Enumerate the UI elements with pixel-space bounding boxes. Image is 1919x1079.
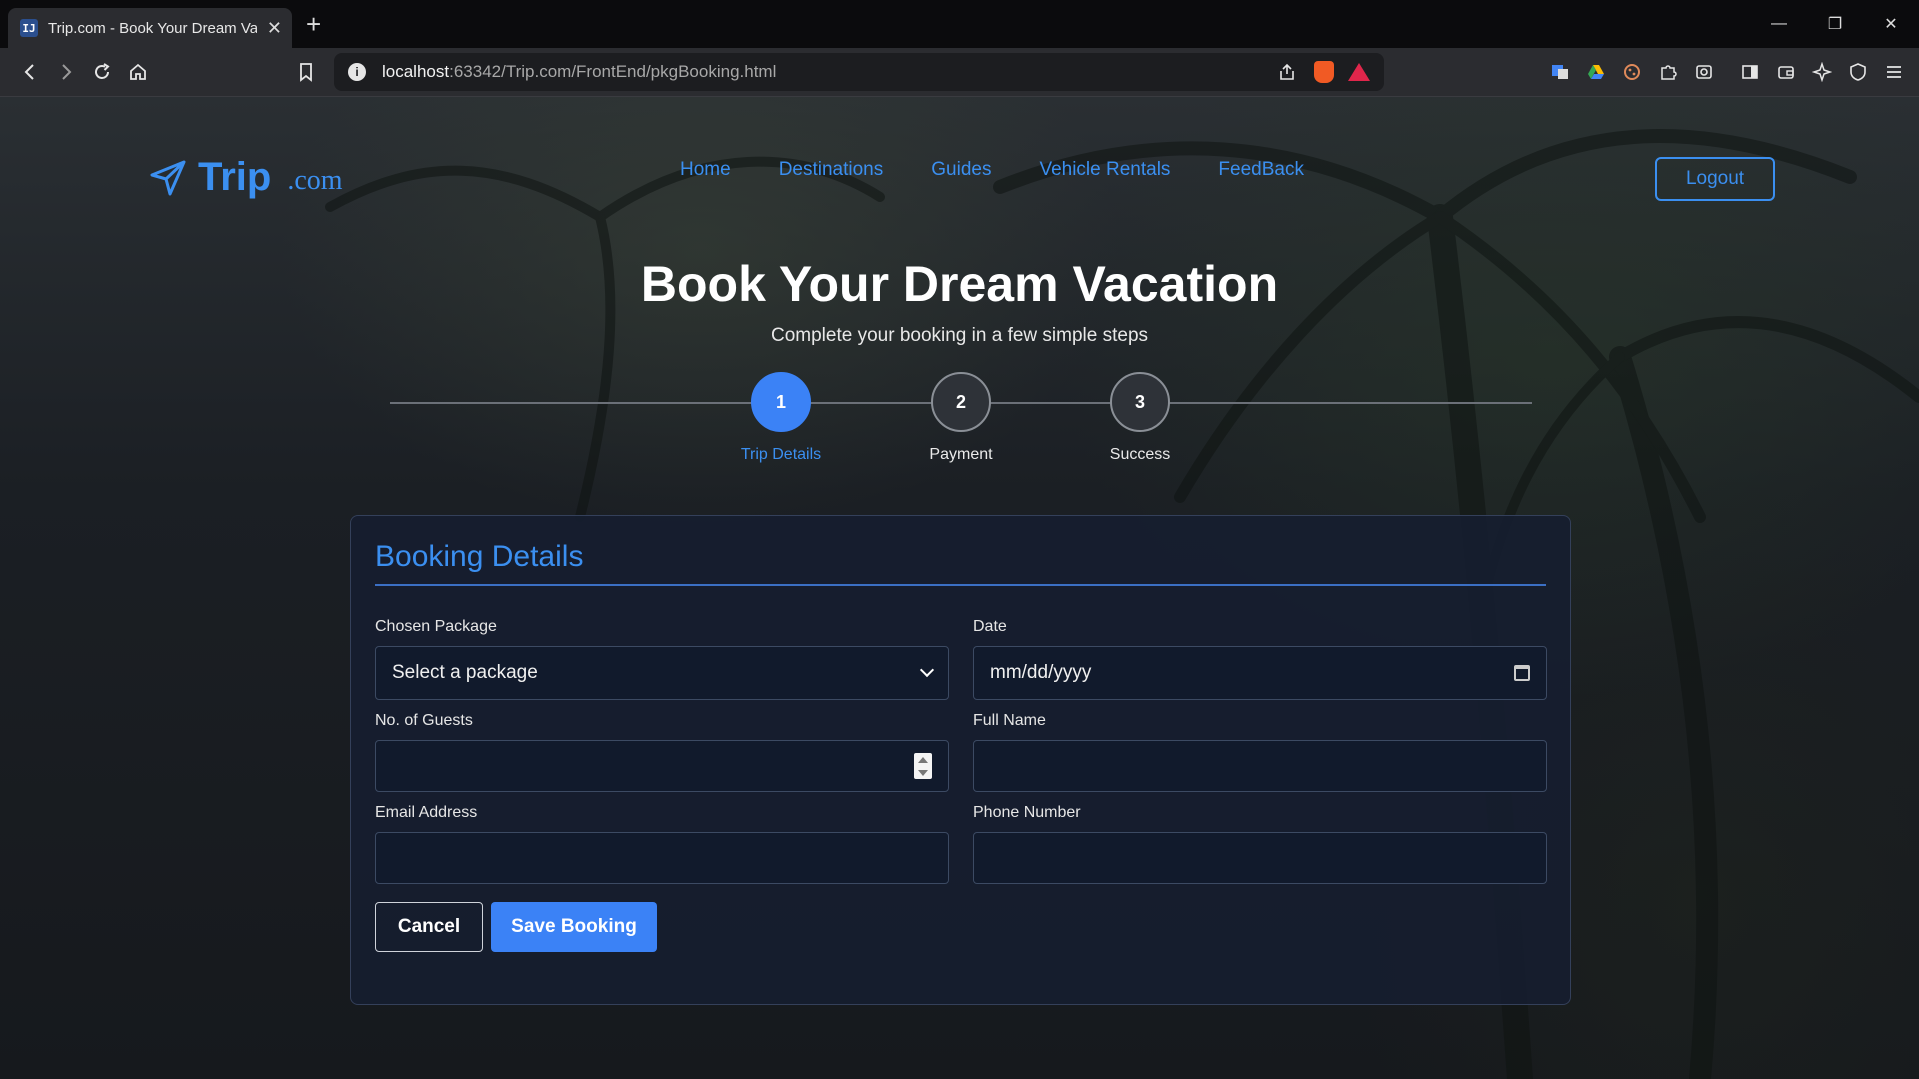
new-tab-icon[interactable]: + [306, 9, 321, 40]
url-host: localhost [382, 62, 450, 81]
page: Trip .com Home Destinations Guides Vehic… [0, 97, 1919, 1079]
sidebar-icon[interactable] [1737, 59, 1763, 85]
form-title: Booking Details [375, 540, 1546, 586]
reload-icon[interactable] [84, 54, 120, 90]
screenshot-icon[interactable] [1691, 59, 1717, 85]
forward-icon[interactable] [48, 54, 84, 90]
step-payment: 2 Payment [901, 372, 1021, 464]
guests-label: No. of Guests [375, 712, 473, 729]
booking-form: Chosen Package Select a package Date mm/… [375, 618, 1547, 896]
minimize-icon[interactable]: — [1751, 15, 1807, 33]
phone-field: Phone Number [973, 804, 1547, 884]
nav-link-destinations[interactable]: Destinations [779, 159, 884, 181]
nav-link-guides[interactable]: Guides [931, 159, 991, 181]
window-close-icon[interactable]: ✕ [1863, 14, 1919, 34]
nav-link-feedback[interactable]: FeedBack [1218, 159, 1304, 181]
form-actions: Cancel Save Booking [375, 902, 1546, 952]
tab-title: Trip.com - Book Your Dream Vac [48, 19, 257, 37]
restore-icon[interactable]: ❐ [1807, 14, 1863, 34]
step-label: Payment [929, 446, 993, 463]
brave-rewards-icon[interactable] [1348, 63, 1370, 81]
phone-input[interactable] [973, 832, 1547, 884]
address-bar[interactable]: i localhost:63342/Trip.com/FrontEnd/pkgB… [334, 53, 1384, 91]
step-number: 1 [751, 372, 811, 432]
save-booking-button[interactable]: Save Booking [491, 902, 657, 952]
nav-link-home[interactable]: Home [680, 159, 731, 181]
step-trip-details: 1 Trip Details [721, 372, 841, 464]
nav-link-vehicle-rentals[interactable]: Vehicle Rentals [1039, 159, 1170, 181]
extensions-icon[interactable] [1655, 59, 1681, 85]
close-tab-icon[interactable]: ✕ [267, 19, 282, 37]
stepper-down-icon[interactable] [918, 769, 928, 776]
page-subtitle: Complete your booking in a few simple st… [770, 325, 1149, 346]
menu-icon[interactable] [1881, 59, 1907, 85]
share-icon[interactable] [1274, 59, 1300, 85]
window-controls: — ❐ ✕ [1751, 0, 1919, 48]
step-success: 3 Success [1080, 372, 1200, 464]
guests-field: No. of Guests [375, 712, 949, 792]
package-label: Chosen Package [375, 618, 497, 635]
cancel-button[interactable]: Cancel [375, 902, 483, 952]
home-icon[interactable] [120, 54, 156, 90]
calendar-icon[interactable] [1514, 665, 1530, 681]
brand-name: Trip [198, 155, 272, 199]
email-label: Email Address [375, 804, 478, 821]
bookmark-icon[interactable] [288, 54, 324, 90]
back-icon[interactable] [12, 54, 48, 90]
step-label: Trip Details [740, 446, 822, 463]
brave-shields-icon[interactable] [1314, 61, 1334, 83]
booking-form-card: Booking Details Chosen Package Select a … [350, 515, 1571, 1005]
browser-tab[interactable]: IJ Trip.com - Book Your Dream Vac ✕ [8, 8, 292, 48]
translate-extension-icon[interactable] [1547, 59, 1573, 85]
logout-button[interactable]: Logout [1655, 157, 1775, 201]
paper-plane-icon [150, 160, 186, 195]
browser-toolbar: i localhost:63342/Trip.com/FrontEnd/pkgB… [0, 48, 1919, 97]
full-name-input[interactable] [973, 740, 1547, 792]
chevron-down-icon [919, 662, 935, 678]
drive-extension-icon[interactable] [1583, 59, 1609, 85]
main-nav: Home Destinations Guides Vehicle Rentals… [680, 159, 1304, 181]
site-logo[interactable]: Trip .com [148, 155, 343, 200]
date-label: Date [973, 618, 1007, 635]
full-name-field: Full Name [973, 712, 1547, 792]
email-field: Email Address [375, 804, 949, 884]
number-stepper[interactable] [914, 753, 932, 779]
guests-input[interactable] [375, 740, 949, 792]
step-label: Success [1109, 446, 1171, 463]
wallet-icon[interactable] [1773, 59, 1799, 85]
phone-label: Phone Number [973, 804, 1081, 821]
booking-progress: 1 Trip Details 2 Payment 3 Success [390, 372, 1532, 482]
stepper-up-icon[interactable] [918, 756, 928, 763]
full-name-label: Full Name [973, 712, 1046, 729]
date-input[interactable]: mm/dd/yyyy [973, 646, 1547, 700]
brand-suffix: .com [287, 164, 343, 196]
step-number: 3 [1110, 372, 1170, 432]
url-path: :63342/Trip.com/FrontEnd/pkgBooking.html [449, 62, 777, 81]
site-info-icon[interactable]: i [348, 63, 366, 81]
date-field: Date mm/dd/yyyy [973, 618, 1547, 700]
package-field: Chosen Package Select a package [375, 618, 949, 700]
vpn-icon[interactable] [1845, 59, 1871, 85]
cookie-extension-icon[interactable] [1619, 59, 1645, 85]
browser-tabbar: IJ Trip.com - Book Your Dream Vac ✕ + — … [0, 0, 1919, 48]
step-number: 2 [931, 372, 991, 432]
package-select-value: Select a package [392, 662, 538, 683]
package-select[interactable]: Select a package [375, 646, 949, 700]
page-title: Book Your Dream Vacation [640, 256, 1279, 312]
date-input-value: mm/dd/yyyy [990, 662, 1092, 683]
email-input[interactable] [375, 832, 949, 884]
intellij-favicon-icon: IJ [20, 19, 38, 37]
leo-ai-icon[interactable] [1809, 59, 1835, 85]
